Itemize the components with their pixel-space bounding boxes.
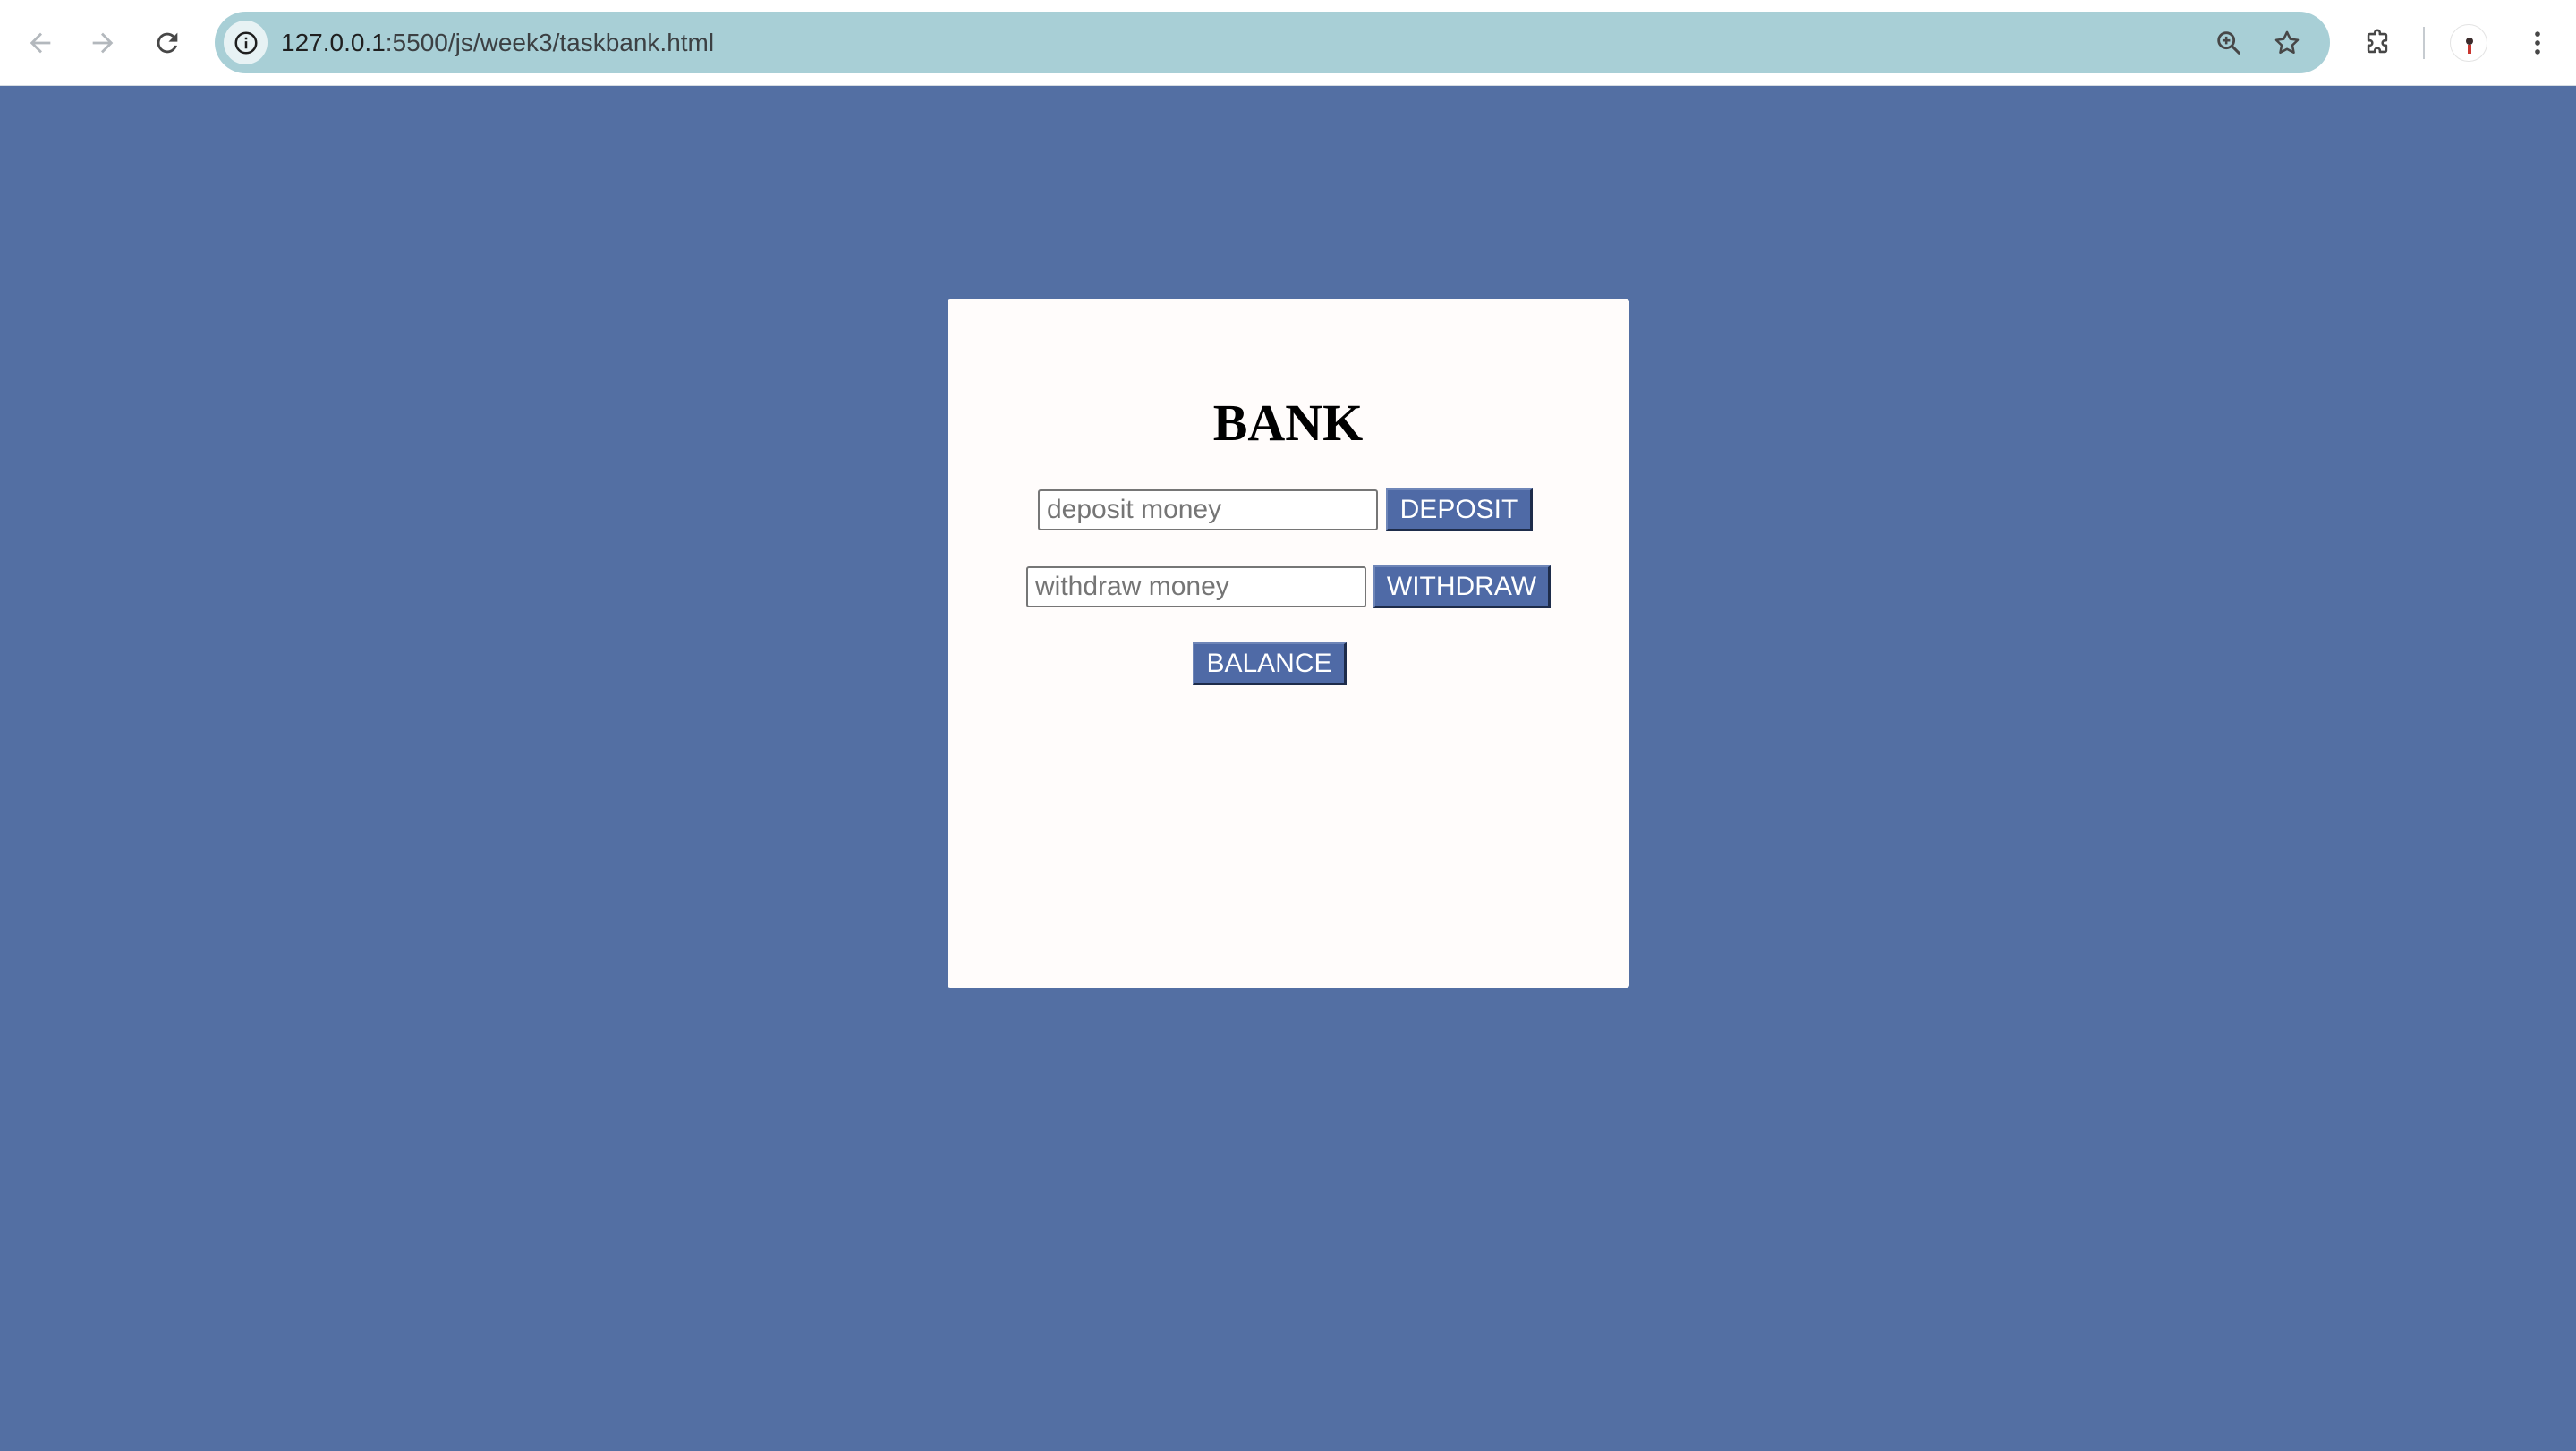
balance-button[interactable]: BALANCE bbox=[1193, 642, 1347, 685]
zoom-button[interactable] bbox=[2208, 22, 2249, 63]
back-button[interactable] bbox=[15, 18, 65, 68]
zoom-icon bbox=[2216, 30, 2240, 55]
browser-menu-button[interactable] bbox=[2512, 18, 2563, 68]
toolbar-divider bbox=[2423, 27, 2425, 59]
page-title: BANK bbox=[1212, 394, 1364, 452]
reload-icon bbox=[157, 32, 178, 54]
extensions-button[interactable] bbox=[2352, 18, 2402, 68]
profile-picture-icon bbox=[2466, 38, 2473, 54]
deposit-input[interactable] bbox=[1038, 489, 1378, 530]
browser-toolbar: 127.0.0.1:5500/js/week3/taskbank.html bbox=[0, 0, 2576, 86]
back-arrow-icon bbox=[30, 32, 51, 54]
info-icon bbox=[234, 31, 257, 54]
deposit-button[interactable]: DEPOSIT bbox=[1386, 488, 1533, 531]
star-icon bbox=[2274, 30, 2299, 54]
withdraw-button[interactable]: WITHDRAW bbox=[1373, 565, 1551, 608]
profile-avatar[interactable] bbox=[2450, 24, 2487, 62]
puzzle-icon bbox=[2367, 29, 2388, 54]
url-path: :5500/js/week3/taskbank.html bbox=[385, 29, 715, 56]
url-host: 127.0.0.1 bbox=[281, 29, 386, 56]
address-bar[interactable]: 127.0.0.1:5500/js/week3/taskbank.html bbox=[215, 12, 2330, 73]
withdraw-input[interactable] bbox=[1026, 566, 1366, 607]
url-text[interactable]: 127.0.0.1:5500/js/week3/taskbank.html bbox=[281, 12, 714, 73]
site-info-button[interactable] bbox=[224, 21, 268, 64]
more-vert-icon bbox=[2535, 31, 2540, 55]
reload-button[interactable] bbox=[142, 18, 192, 68]
bookmark-button[interactable] bbox=[2266, 22, 2307, 63]
forward-arrow-icon bbox=[92, 32, 114, 54]
forward-button[interactable] bbox=[78, 18, 128, 68]
